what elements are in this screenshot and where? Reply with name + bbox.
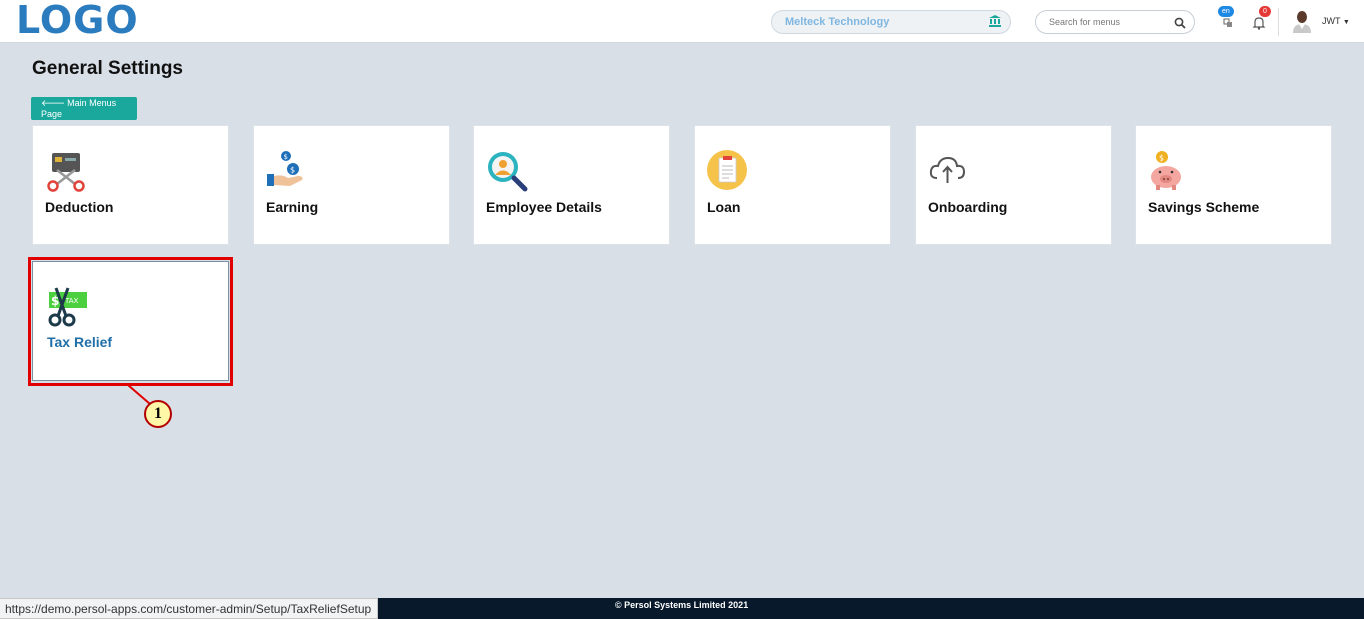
header-divider [1278, 8, 1279, 36]
avatar[interactable] [1291, 9, 1313, 33]
arrow-left-icon: 🡐 [41, 98, 66, 108]
language-icon [1223, 18, 1233, 30]
language-switcher[interactable]: en [1216, 6, 1238, 32]
browser-status-url: https://demo.persol-apps.com/customer-ad… [0, 598, 379, 619]
card-earning[interactable]: $ $ Earning [253, 125, 450, 245]
caret-down-icon: ▼ [1342, 19, 1350, 26]
main-menus-button[interactable]: 🡐 Main Menus Page [31, 97, 137, 120]
loan-clipboard-icon [707, 150, 749, 192]
card-deduction[interactable]: Deduction [32, 125, 229, 245]
top-header: LOGO Melteck Technology Search for menus… [0, 0, 1364, 43]
hand-coins-icon: $ $ [266, 150, 308, 192]
notifications[interactable]: 0 [1250, 6, 1272, 35]
card-onboarding[interactable]: Onboarding [915, 125, 1112, 245]
card-savings-scheme[interactable]: $ Savings Scheme [1135, 125, 1332, 245]
card-employee-details[interactable]: Employee Details [473, 125, 670, 245]
card-loan[interactable]: Loan [694, 125, 891, 245]
company-selector[interactable]: Melteck Technology [771, 10, 1011, 34]
search-input[interactable]: Search for menus [1049, 17, 1120, 27]
cloud-upload-icon [928, 150, 970, 192]
user-menu[interactable]: JWT ▼ [1322, 16, 1350, 26]
card-label: Employee Details [486, 199, 602, 215]
card-label: Loan [707, 199, 741, 215]
user-name: JWT [1322, 16, 1341, 26]
menu-search[interactable]: Search for menus [1035, 10, 1195, 34]
bank-icon [988, 14, 1002, 33]
user-search-icon [486, 150, 528, 192]
piggy-bank-icon: $ [1148, 150, 1190, 192]
svg-text:$: $ [1159, 154, 1164, 163]
card-label: Deduction [45, 199, 114, 215]
svg-text:$: $ [284, 153, 288, 161]
search-icon[interactable] [1174, 16, 1186, 34]
card-label: Savings Scheme [1148, 199, 1260, 215]
language-badge: en [1218, 6, 1234, 17]
card-label: Earning [266, 199, 319, 215]
svg-text:$: $ [290, 166, 295, 175]
card-label: Onboarding [928, 199, 1008, 215]
company-name: Melteck Technology [785, 16, 890, 28]
scissors-card-icon [45, 150, 87, 192]
page-title: General Settings [32, 58, 183, 79]
annotation-callout: 1 [144, 400, 172, 428]
footer-copyright: © Persol Systems Limited 2021 [615, 600, 749, 610]
bell-icon [1252, 16, 1266, 35]
annotation-highlight [28, 257, 233, 386]
app-logo[interactable]: LOGO [16, 0, 139, 42]
